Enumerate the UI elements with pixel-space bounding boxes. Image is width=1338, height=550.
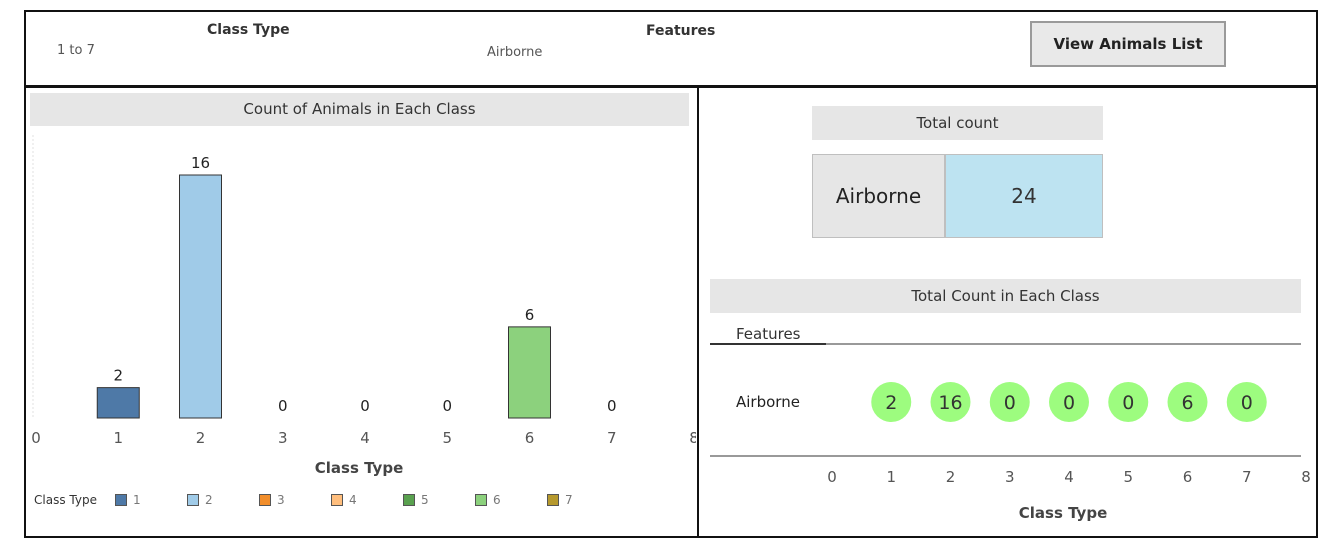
bar-x-tick-0: 0 [31, 429, 41, 447]
count-circle-label-4: 0 [1063, 392, 1075, 414]
circle-x-tick-1: 1 [886, 468, 896, 486]
count-circle-label-3: 0 [1004, 392, 1016, 414]
circle-chart-x-axis-title: Class Type [1019, 504, 1108, 522]
bar-class-6[interactable] [508, 326, 551, 419]
count-circle-label-6: 6 [1181, 392, 1193, 414]
right-chart-title: Total Count in Each Class [710, 279, 1301, 313]
bar-x-tick-4: 4 [360, 429, 370, 447]
bar-chart: 2 16 0 0 0 6 0 0 1 2 3 4 5 6 7 8 Class Type [31, 135, 696, 477]
legend-label-6: 6 [492, 493, 501, 507]
circle-x-tick-2: 2 [946, 468, 956, 486]
bar-x-tick-2: 2 [196, 429, 206, 447]
legend-swatch-3 [258, 494, 271, 506]
bar-x-tick-1: 1 [113, 429, 123, 447]
class-type-filter-title: Class Type [207, 22, 290, 38]
bar-x-tick-3: 3 [278, 429, 288, 447]
legend-item-6[interactable]: 6 [474, 493, 547, 507]
legend-item-5[interactable]: 5 [402, 493, 475, 507]
total-count-header: Total count [812, 106, 1103, 140]
legend-label-2: 2 [204, 493, 213, 507]
circle-chart: 2 16 0 0 0 6 0 0 1 2 3 4 5 6 7 8 Class Type [710, 343, 1311, 522]
legend-swatch-6 [474, 494, 487, 506]
bar-x-tick-7: 7 [607, 429, 617, 447]
count-circle-label-7: 0 [1241, 392, 1253, 414]
legend-title: Class Type [34, 493, 97, 507]
legend-swatch-4 [330, 494, 343, 506]
legend-swatch-2 [186, 494, 199, 506]
kpi-total-value: 24 [945, 154, 1103, 238]
class-type-filter-value[interactable]: 1 to 7 [57, 43, 95, 58]
legend-label-5: 5 [420, 493, 429, 507]
circle-x-tick-7: 7 [1242, 468, 1252, 486]
legend-item-2[interactable]: 2 [186, 493, 259, 507]
features-filter-title: Features [646, 23, 716, 39]
bar-value-label-4: 0 [360, 397, 370, 415]
bar-value-label-5: 0 [442, 397, 452, 415]
legend-label-7: 7 [564, 493, 573, 507]
class-type-legend: Class Type 1 2 3 4 5 6 7 [34, 493, 587, 507]
legend-label-1: 1 [132, 493, 141, 507]
legend-item-7[interactable]: 7 [546, 493, 587, 507]
legend-item-4[interactable]: 4 [330, 493, 403, 507]
bar-value-label-2: 16 [191, 154, 210, 172]
kpi-feature-label: Airborne [812, 154, 945, 238]
circle-x-tick-3: 3 [1005, 468, 1015, 486]
circle-x-tick-6: 6 [1183, 468, 1193, 486]
legend-swatch-7 [546, 494, 559, 506]
bar-value-label-6: 6 [525, 306, 535, 324]
legend-label-3: 3 [276, 493, 285, 507]
view-animals-list-button[interactable]: View Animals List [1030, 21, 1226, 67]
circle-x-tick-4: 4 [1064, 468, 1074, 486]
bar-value-label-1: 2 [113, 367, 123, 385]
left-chart-title: Count of Animals in Each Class [30, 93, 689, 126]
count-circle-label-1: 2 [885, 392, 897, 414]
legend-swatch-1 [114, 494, 127, 506]
legend-label-4: 4 [348, 493, 357, 507]
bar-chart-x-axis-title: Class Type [315, 459, 404, 477]
features-filter-value[interactable]: Airborne [487, 45, 542, 60]
circle-x-tick-5: 5 [1123, 468, 1133, 486]
circle-x-tick-0: 0 [827, 468, 837, 486]
bar-class-2[interactable] [179, 174, 222, 419]
bar-x-tick-6: 6 [525, 429, 535, 447]
legend-item-1[interactable]: 1 [114, 493, 187, 507]
bar-x-tick-8: 8 [689, 429, 696, 447]
legend-swatch-5 [402, 494, 415, 506]
legend-item-3[interactable]: 3 [258, 493, 331, 507]
count-circle-label-2: 16 [938, 392, 962, 414]
bar-class-1[interactable] [96, 387, 140, 419]
bar-x-tick-5: 5 [442, 429, 452, 447]
bar-value-label-7: 0 [607, 397, 617, 415]
bar-value-label-3: 0 [278, 397, 288, 415]
circle-x-tick-8: 8 [1301, 468, 1311, 486]
count-circle-label-5: 0 [1122, 392, 1134, 414]
